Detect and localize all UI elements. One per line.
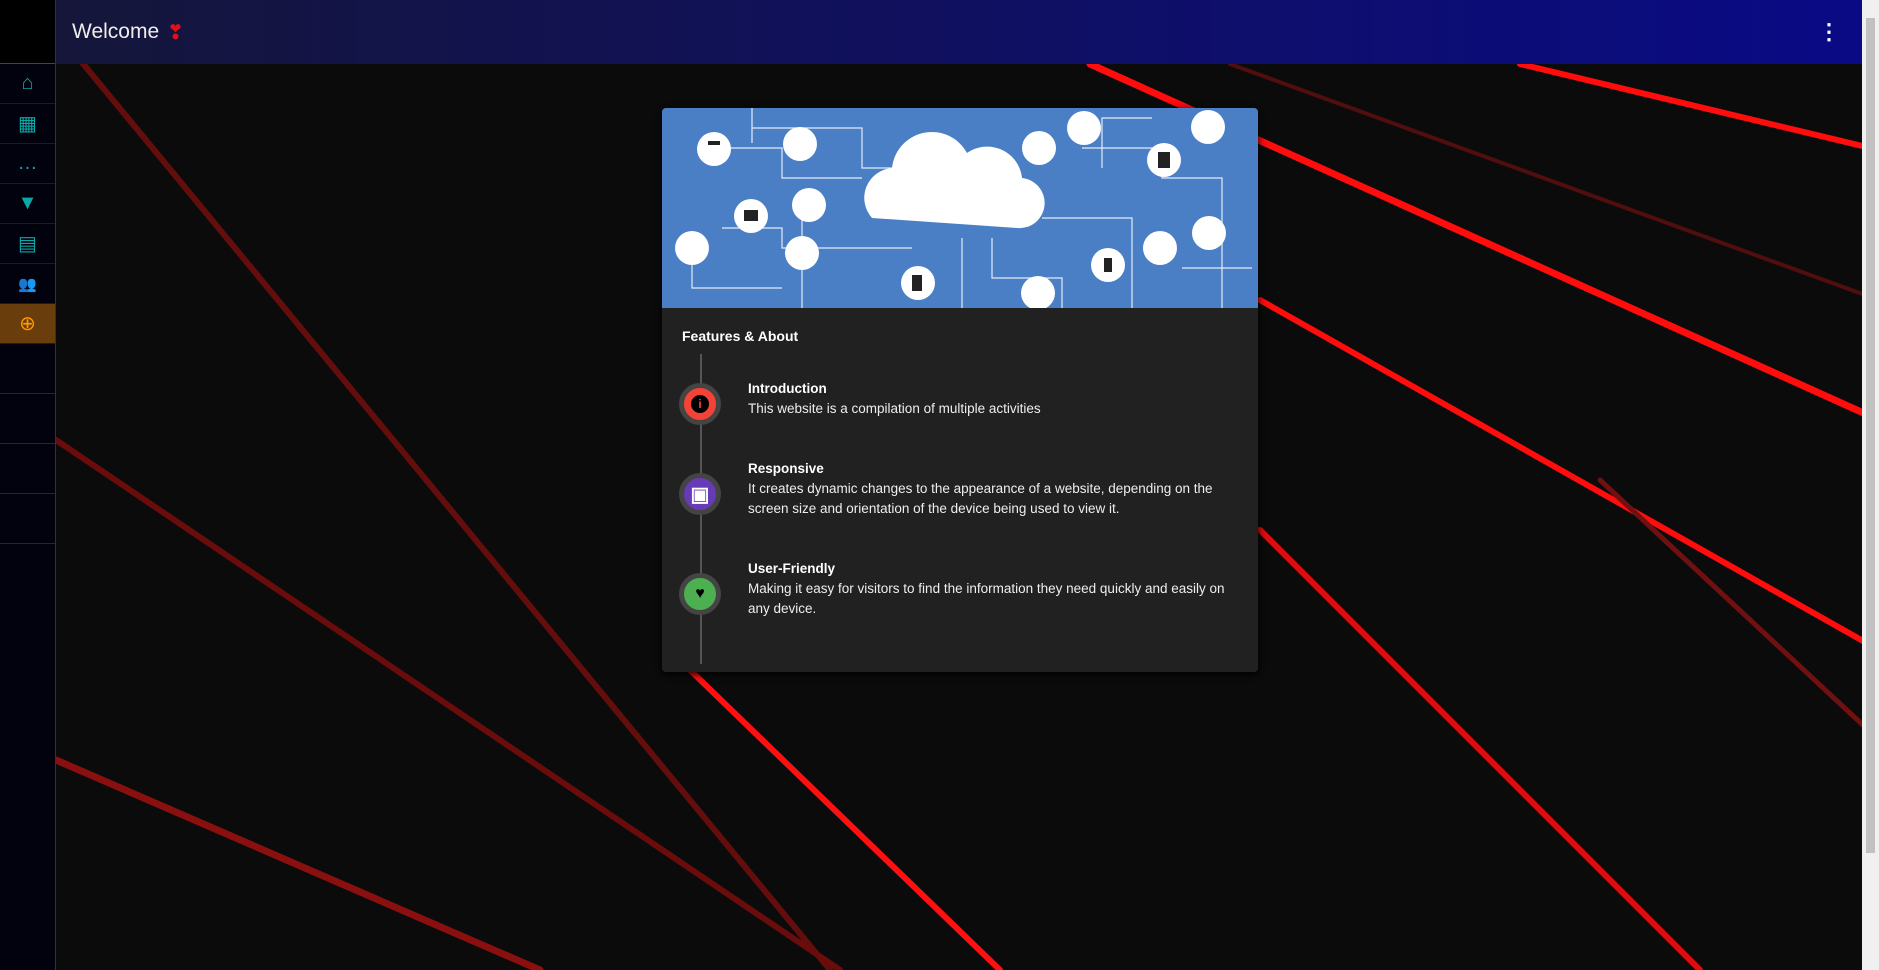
sidebar-item-chat[interactable]: … (0, 144, 55, 184)
sidebar-divider (0, 444, 55, 494)
feature-description: This website is a compilation of multipl… (748, 401, 1041, 416)
sidebar-item-home[interactable]: ⌂ (0, 64, 55, 104)
feature-title: User-Friendly (748, 561, 836, 576)
sidebar-divider (0, 344, 55, 394)
book-icon: ▤ (18, 233, 37, 255)
iot-cloud-banner-image (662, 108, 1258, 308)
info-icon: i (679, 383, 721, 425)
cloud-network-illustration (675, 108, 1252, 308)
users-icon: 👥 (18, 275, 37, 293)
scrollbar[interactable] (1862, 0, 1879, 970)
timeline-item-responsive: ▣ Responsive It creates dynamic changes t… (662, 459, 1238, 519)
sidebar-item-globe[interactable]: ⊕ (0, 304, 55, 344)
globe-icon: ⊕ (19, 313, 36, 335)
sidebar: ⌂ ▦ … ▼ ▤ 👥 ⊕ (0, 0, 56, 970)
feature-description: It creates dynamic changes to the appear… (748, 481, 1213, 516)
home-icon: ⌂ (21, 72, 34, 94)
devices-icon: ▣ (679, 473, 721, 515)
sidebar-item-calculator[interactable]: ▦ (0, 104, 55, 144)
vue-icon: ▼ (17, 192, 38, 214)
user-heart-icon: ♥ (679, 573, 721, 615)
scrollbar-thumb[interactable] (1866, 18, 1875, 853)
feature-timeline: i Introduction This website is a compilat… (662, 354, 1258, 664)
feature-title: Responsive (748, 461, 824, 476)
sidebar-item-reader[interactable]: ▤ (0, 224, 55, 264)
sidebar-item-users[interactable]: 👥 (0, 264, 55, 304)
timeline-item-introduction: i Introduction This website is a compilat… (662, 379, 1238, 425)
timeline-item-user-friendly: ♥ User-Friendly Making it easy for visito… (662, 559, 1238, 619)
sidebar-divider (0, 494, 55, 544)
chat-icon: … (17, 152, 38, 174)
card-title: Features & About (682, 328, 799, 344)
sidebar-divider (0, 394, 55, 444)
sidebar-top (0, 0, 55, 64)
page-title: Welcome (72, 20, 160, 43)
feature-title: Introduction (748, 381, 827, 396)
more-vert-icon[interactable]: ⋮ (1812, 19, 1846, 45)
feature-description: Making it easy for visitors to find the … (748, 581, 1225, 616)
features-card: Features & About i Introduction This webs… (662, 108, 1258, 672)
heart-icon: ❣ (167, 21, 184, 44)
calculator-icon: ▦ (18, 113, 37, 135)
sidebar-item-vue[interactable]: ▼ (0, 184, 55, 224)
top-app-bar: Welcome ❣ ⋮ (56, 0, 1862, 64)
